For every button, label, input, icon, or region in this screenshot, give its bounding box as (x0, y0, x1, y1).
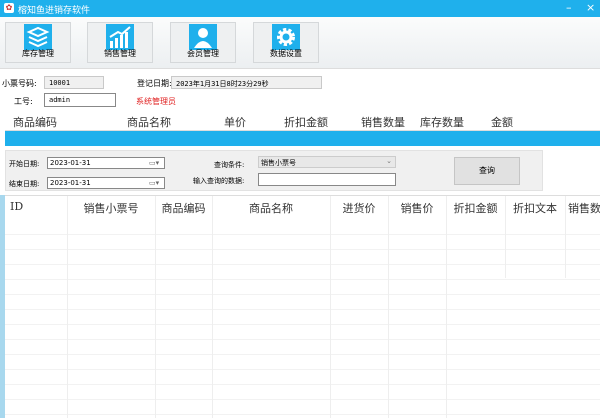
query-panel: 开始日期: 2023-01-31 ▭▾ 结束日期: 2023-01-31 ▭▾ 查询… (5, 150, 543, 191)
start-date-label: 开始日期: (9, 160, 40, 168)
col-divider (446, 196, 447, 418)
date-label: 登记日期: (137, 79, 172, 88)
start-date-picker[interactable]: 2023-01-31 ▭▾ (47, 157, 165, 169)
toolbar: 库存管理 销售管理 会员管理 数据设置 (0, 17, 600, 69)
col-header[interactable]: 商品编码 (155, 200, 212, 216)
date-field[interactable]: 2023年1月31日8时23分29秒 (171, 76, 322, 89)
settings-button[interactable]: 数据设置 (253, 22, 319, 63)
member-label: 会员管理 (187, 49, 219, 58)
col-header[interactable]: 销售价 (388, 200, 446, 216)
sales-table: ID 销售小票号 商品编码 商品名称 进货价 销售价 折扣金额 折扣文本 销售数 (5, 195, 600, 418)
title-bar: ✿ 榕知鱼进销存软件 – × (0, 0, 600, 17)
condition-select[interactable]: 销售小票号 ⌄ (258, 156, 396, 168)
minimize-button[interactable]: – (566, 1, 572, 14)
condition-value: 销售小票号 (261, 159, 296, 167)
col-header[interactable]: 商品名称 (90, 114, 208, 130)
app-icon: ✿ (4, 3, 14, 13)
close-button[interactable]: × (586, 1, 595, 14)
staff-field[interactable]: admin (44, 93, 116, 107)
chevron-down-icon: ⌄ (386, 157, 392, 165)
settings-label: 数据设置 (270, 49, 302, 58)
col-divider (565, 196, 566, 278)
col-header[interactable]: 销售小票号 (67, 200, 155, 216)
member-button[interactable]: 会员管理 (170, 22, 236, 63)
col-divider (212, 196, 213, 418)
col-header[interactable]: 库存数量 (412, 114, 472, 130)
col-header[interactable]: 折扣金额 (262, 114, 350, 130)
end-date-picker[interactable]: 2023-01-31 ▭▾ (47, 177, 165, 189)
inventory-button[interactable]: 库存管理 (5, 22, 71, 63)
col-header[interactable]: 折扣文本 (505, 200, 565, 216)
calendar-dropdown-icon: ▭▾ (149, 179, 160, 187)
col-divider (330, 196, 331, 418)
sales-button[interactable]: 销售管理 (87, 22, 153, 63)
gear-icon (272, 24, 300, 50)
cart-table-header: 商品编码 商品名称 单价 折扣金额 销售数量 库存数量 金额 (5, 112, 600, 131)
query-button[interactable]: 查询 (454, 157, 520, 185)
col-divider (155, 196, 156, 418)
condition-label: 查询条件: (214, 161, 245, 169)
col-header[interactable]: 销售数 (568, 200, 600, 216)
inventory-label: 库存管理 (22, 49, 54, 58)
role-text: 系统管理员 (136, 97, 176, 106)
col-divider (388, 196, 389, 418)
end-date-value: 2023-01-31 (50, 179, 91, 187)
col-header[interactable]: 金额 (472, 114, 532, 130)
col-header[interactable]: 商品编码 (5, 114, 65, 130)
col-header[interactable]: 销售数量 (354, 114, 412, 130)
bar-chart-icon (106, 24, 134, 50)
col-header[interactable]: 商品名称 (212, 200, 330, 216)
window-title: 榕知鱼进销存软件 (18, 6, 91, 16)
col-divider (67, 196, 68, 418)
col-header[interactable]: 单价 (208, 114, 262, 130)
col-header[interactable]: 折扣金额 (446, 200, 505, 216)
layers-icon (24, 24, 52, 50)
col-header[interactable]: 进货价 (330, 200, 388, 216)
start-date-value: 2023-01-31 (50, 159, 91, 167)
end-date-label: 结束日期: (9, 180, 40, 188)
col-header[interactable]: ID (10, 200, 23, 213)
user-icon (189, 24, 217, 50)
calendar-dropdown-icon: ▭▾ (149, 159, 160, 167)
cart-row-selected[interactable] (5, 131, 600, 146)
ticket-label: 小票号码: (2, 79, 37, 88)
query-input[interactable] (258, 173, 396, 186)
sales-label: 销售管理 (104, 49, 136, 58)
ticket-field[interactable]: 10001 (44, 76, 104, 89)
query-input-label: 输入查询的数据: (193, 177, 245, 185)
staff-label: 工号: (14, 97, 33, 106)
